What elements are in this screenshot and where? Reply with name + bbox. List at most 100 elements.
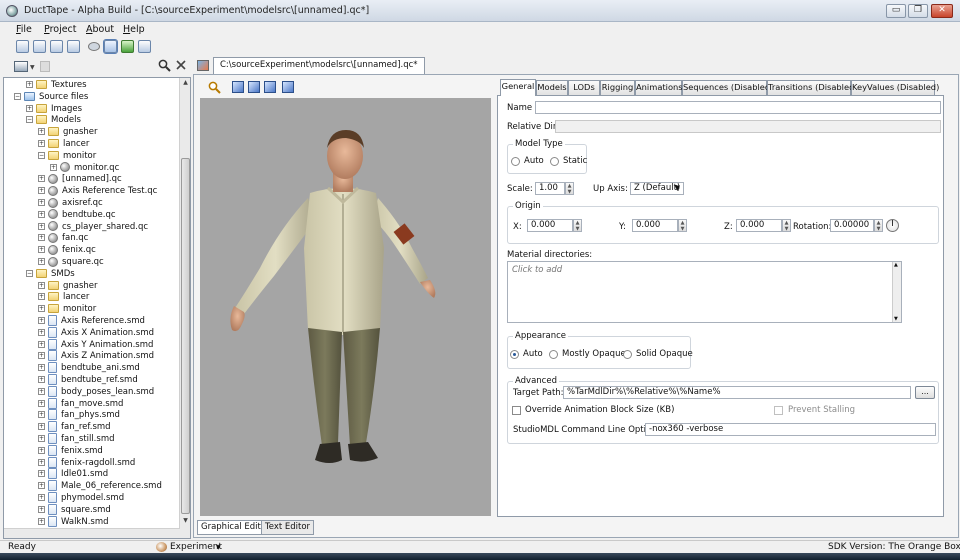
tree-item[interactable]: + Images	[26, 103, 82, 115]
override-block-size-checkbox[interactable]	[512, 406, 521, 415]
expand-icon[interactable]: +	[38, 399, 45, 407]
tree-item[interactable]: + [unnamed].qc	[38, 173, 122, 185]
expand-icon[interactable]: +	[38, 505, 45, 513]
expand-icon[interactable]: +	[38, 376, 45, 383]
menu-file[interactable]: File	[16, 24, 32, 35]
rotation-field[interactable]: 0.00000	[830, 219, 874, 232]
tree-item[interactable]: + WalkN.smd	[38, 515, 109, 528]
layout-icon[interactable]	[103, 39, 118, 54]
tab-text-editor[interactable]: Text Editor	[261, 520, 315, 535]
save-all-icon[interactable]	[67, 40, 80, 53]
expand-icon[interactable]: +	[38, 317, 45, 324]
tab-sequences[interactable]: Sequences (Disabled)	[682, 80, 773, 95]
tree-item[interactable]: + monitor	[38, 303, 96, 315]
search-icon[interactable]	[158, 59, 171, 72]
open-file-icon[interactable]	[33, 40, 46, 53]
expand-icon[interactable]: +	[38, 340, 45, 348]
tab-transitions[interactable]: Transitions (Disabled)	[767, 80, 858, 95]
preview-icon[interactable]	[138, 40, 151, 53]
expand-icon[interactable]: +	[50, 163, 57, 171]
tree-item[interactable]: + Axis Reference Test.qc	[38, 185, 157, 197]
tree-item[interactable]: + bendtube_ani.smd	[38, 362, 140, 374]
project-tree[interactable]: + Textures − Source files + Images − Models + gna…	[3, 77, 191, 539]
tree-item[interactable]: − Models	[26, 114, 81, 126]
tree-horizontal-scrollbar[interactable]	[4, 528, 180, 538]
tree-item[interactable]: + square.qc	[38, 256, 104, 268]
cmdline-field[interactable]: -nox360 -verbose	[645, 423, 936, 436]
tab-keyvalues[interactable]: KeyValues (Disabled)	[851, 80, 939, 95]
bookmark-icon[interactable]	[40, 61, 50, 72]
tree-vertical-scrollbar[interactable]: ▲ ▼	[179, 78, 190, 538]
expand-icon[interactable]: +	[38, 258, 45, 265]
scroll-up-icon[interactable]: ▲	[894, 262, 898, 268]
tab-general[interactable]: General	[500, 79, 536, 96]
tree-item[interactable]: + lancer	[38, 138, 89, 150]
tree-item[interactable]: + axisref.qc	[38, 197, 103, 209]
expand-icon[interactable]: +	[38, 199, 45, 206]
expand-icon[interactable]: +	[38, 128, 45, 136]
expand-icon[interactable]: +	[38, 494, 45, 501]
expand-icon[interactable]: +	[38, 387, 45, 395]
tree-item[interactable]: + monitor.qc	[50, 162, 119, 174]
scroll-thumb[interactable]	[181, 158, 190, 514]
expand-icon[interactable]: +	[38, 293, 45, 301]
tree-item[interactable]: + fan.qc	[38, 232, 88, 244]
tree-item[interactable]: + Axis Y Animation.smd	[38, 338, 153, 351]
collapse-icon[interactable]: −	[38, 151, 45, 159]
menu-help[interactable]: Help	[123, 24, 145, 35]
tree-item[interactable]: + Axis Reference.smd	[38, 315, 145, 327]
expand-icon[interactable]: +	[38, 175, 45, 183]
tree-item[interactable]: + gnasher	[38, 126, 98, 138]
y-field[interactable]: 0.000	[632, 219, 678, 232]
tab-rigging[interactable]: Rigging	[600, 80, 635, 95]
tree-item[interactable]: − monitor	[38, 150, 96, 162]
tree-item[interactable]: + fan_phys.smd	[38, 409, 120, 421]
tree-item[interactable]: + lancer	[38, 291, 89, 303]
expand-icon[interactable]: +	[38, 187, 45, 195]
y-stepper[interactable]: ▲ ▼	[678, 219, 687, 232]
expand-icon[interactable]: +	[38, 305, 45, 313]
expand-icon[interactable]: +	[38, 482, 45, 490]
tree-item[interactable]: + Idle01.smd	[38, 468, 108, 480]
tree-item[interactable]: + fenix.qc	[38, 244, 96, 256]
expand-icon[interactable]: +	[38, 364, 45, 372]
expand-icon[interactable]: +	[38, 281, 45, 289]
chevron-down-icon[interactable]: ▼	[30, 64, 35, 71]
tree-item[interactable]: + cs_player_shared.qc	[38, 221, 148, 233]
tree-item[interactable]: + fenix-ragdoll.smd	[38, 456, 135, 469]
appearance-auto-radio[interactable]	[510, 350, 519, 359]
project-selector[interactable]: Experiment	[170, 542, 222, 552]
expand-icon[interactable]: +	[38, 446, 45, 454]
tab-lods[interactable]: LODs	[568, 80, 600, 95]
view-perspective-icon[interactable]	[282, 81, 294, 93]
model-type-static-radio[interactable]	[550, 157, 559, 166]
expand-icon[interactable]: +	[38, 140, 45, 147]
expand-icon[interactable]: +	[38, 458, 45, 466]
z-field[interactable]: 0.000	[736, 219, 782, 232]
expand-icon[interactable]: +	[38, 517, 45, 525]
z-stepper[interactable]: ▲ ▼	[782, 219, 791, 232]
menu-about[interactable]: About	[86, 24, 114, 35]
scroll-up-icon[interactable]: ▲	[181, 79, 190, 88]
materials-scrollbar[interactable]: ▲ ▼	[892, 262, 901, 322]
zoom-icon[interactable]	[208, 81, 221, 94]
chevron-down-icon[interactable]: ▼	[216, 544, 221, 551]
view-top-icon[interactable]	[264, 81, 276, 93]
name-field[interactable]	[535, 101, 941, 114]
expand-icon[interactable]: +	[38, 435, 45, 442]
appearance-solid-opaque-radio[interactable]	[623, 350, 632, 359]
collapse-icon[interactable]: −	[14, 92, 21, 100]
expand-icon[interactable]: +	[38, 328, 45, 336]
x-stepper[interactable]: ▲ ▼	[573, 219, 582, 232]
expand-icon[interactable]: +	[38, 411, 45, 419]
rotation-stepper[interactable]: ▲ ▼	[874, 219, 883, 232]
tree-item[interactable]: + bendtube_ref.smd	[38, 374, 138, 386]
view-icon[interactable]	[88, 42, 100, 51]
expand-icon[interactable]: +	[26, 104, 33, 112]
collapse-icon[interactable]: −	[26, 116, 33, 124]
target-path-field[interactable]: %TarMdlDir%\%Relative%\%Name%	[563, 386, 911, 399]
expand-icon[interactable]: +	[38, 234, 45, 242]
view-side-icon[interactable]	[248, 81, 260, 93]
view-front-icon[interactable]	[232, 81, 244, 93]
expand-icon[interactable]: +	[38, 222, 45, 230]
